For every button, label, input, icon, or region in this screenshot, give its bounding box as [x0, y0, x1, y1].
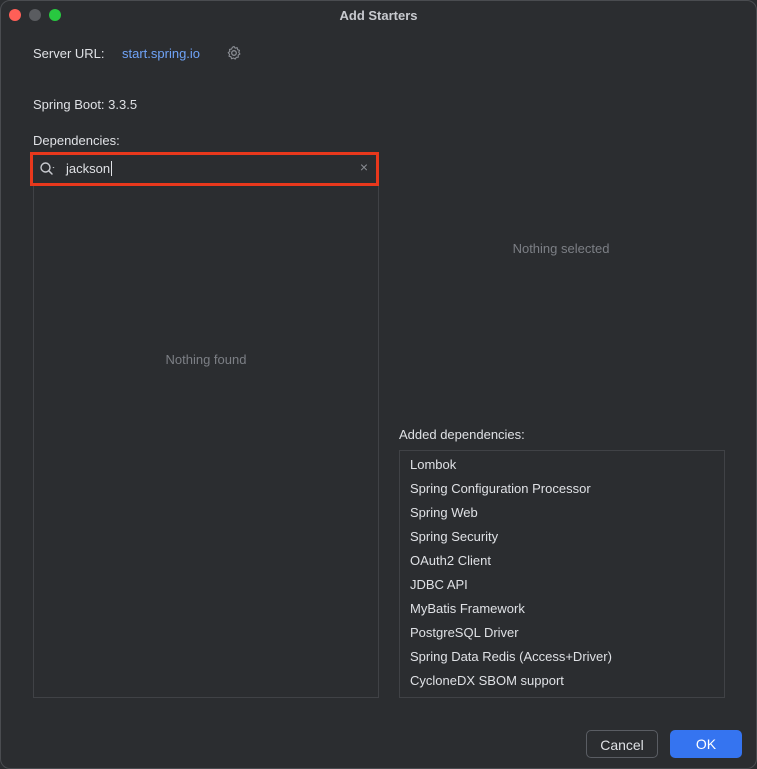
- clear-icon[interactable]: ×: [360, 159, 368, 175]
- window-title: Add Starters: [339, 8, 418, 23]
- nothing-selected-text: Nothing selected: [512, 241, 610, 256]
- cancel-button[interactable]: Cancel: [586, 730, 658, 758]
- ok-button[interactable]: OK: [670, 730, 742, 758]
- added-dependencies-list[interactable]: Lombok Spring Configuration Processor Sp…: [399, 450, 725, 698]
- list-item[interactable]: Lombok: [410, 457, 456, 472]
- dependencies-label: Dependencies:: [33, 133, 120, 148]
- list-item[interactable]: JDBC API: [410, 577, 468, 592]
- list-item[interactable]: Spring Configuration Processor: [410, 481, 591, 496]
- spring-boot-version: 3.3.5: [108, 97, 138, 112]
- list-item[interactable]: Spring Data Redis (Access+Driver): [410, 649, 612, 664]
- add-starters-dialog: Add Starters Server URL: start.spring.io…: [0, 0, 757, 769]
- list-item[interactable]: CycloneDX SBOM support: [410, 673, 564, 688]
- search-icon[interactable]: [39, 161, 57, 177]
- list-item[interactable]: Spring Web: [410, 505, 478, 520]
- gear-icon[interactable]: [226, 45, 242, 61]
- list-item[interactable]: MyBatis Framework: [410, 601, 525, 616]
- list-item[interactable]: PostgreSQL Driver: [410, 625, 519, 640]
- nothing-found-text: Nothing found: [165, 352, 247, 367]
- list-item[interactable]: Spring Security: [410, 529, 498, 544]
- added-dependencies-label: Added dependencies:: [399, 427, 525, 442]
- server-url-link[interactable]: start.spring.io: [122, 46, 200, 61]
- title-bar: Add Starters: [1, 1, 756, 31]
- text-caret: [111, 161, 113, 176]
- dependency-results-list[interactable]: Nothing found: [33, 186, 379, 698]
- spring-boot-label: Spring Boot: 3.3.5: [33, 97, 138, 112]
- dependency-search-input[interactable]: jackson ×: [30, 152, 379, 186]
- search-query-text[interactable]: jackson: [66, 161, 113, 176]
- server-url-label: Server URL:: [33, 46, 105, 61]
- list-item[interactable]: OAuth2 Client: [410, 553, 491, 568]
